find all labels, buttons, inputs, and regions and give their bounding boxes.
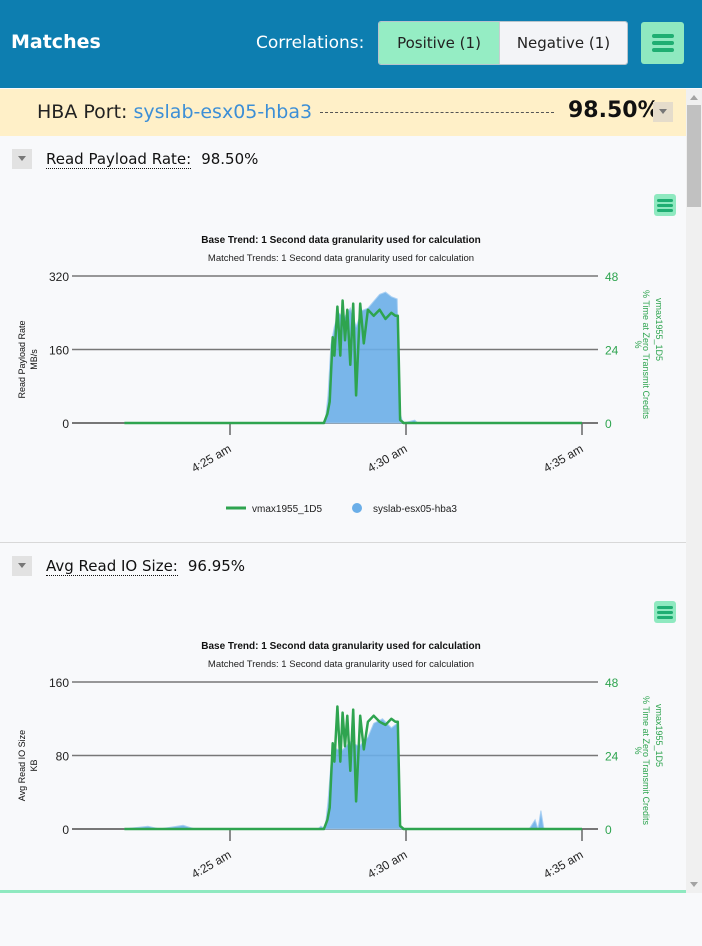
y2-tick-label: 24: [605, 750, 619, 764]
x-tick-label: 4:30 am: [365, 441, 410, 475]
y2-axis-title: % Time at Zero Transmit Credits: [641, 290, 651, 420]
y2-tick-label: 48: [605, 676, 619, 690]
y-tick-label: 0: [62, 417, 69, 431]
section-collapse-toggle[interactable]: [12, 556, 32, 576]
correlations-toggle: Positive (1) Negative (1): [378, 21, 628, 65]
chart-subtitle: Matched Trends: 1 Second data granularit…: [208, 659, 474, 670]
legend-area-swatch: [352, 503, 362, 513]
x-tick-label: 4:35 am: [541, 847, 586, 881]
y-tick-label: 160: [49, 344, 69, 358]
chart-title: Base Trend: 1 Second data granularity us…: [201, 641, 481, 652]
y-tick-label: 160: [49, 676, 69, 690]
section-header: Avg Read IO Size: 96.95%: [46, 557, 246, 576]
y-axis-unit: MB/s: [29, 349, 39, 370]
section-header: Read Payload Rate: 98.50%: [46, 150, 259, 169]
negative-button[interactable]: Negative (1): [499, 22, 627, 64]
scroll-up-icon[interactable]: [690, 95, 698, 100]
page-title: Matches: [11, 31, 101, 53]
metric-name[interactable]: Avg Read IO Size:: [46, 557, 178, 576]
read-payload-rate-chart: Base Trend: 1 Second data granularity us…: [17, 235, 664, 515]
y2-tick-label: 0: [605, 417, 612, 431]
legend-label: syslab-esx05-hba3: [373, 504, 457, 515]
scrollbar[interactable]: [686, 89, 702, 893]
y2-axis-series: vmax1955_1D5: [654, 298, 664, 361]
chart-title: Base Trend: 1 Second data granularity us…: [201, 235, 481, 246]
y2-axis-title: % Time at Zero Transmit Credits: [641, 696, 651, 826]
y-axis-unit: KB: [29, 759, 39, 771]
hamburger-menu-icon[interactable]: [641, 22, 684, 64]
scrollbar-thumb[interactable]: [687, 105, 701, 207]
correlations-label: Correlations:: [256, 33, 365, 53]
y-tick-label: 80: [56, 750, 70, 764]
y2-tick-label: 0: [605, 823, 612, 837]
x-tick-label: 4:30 am: [365, 847, 410, 881]
y-axis-title: Avg Read IO Size: [17, 730, 27, 801]
y-tick-label: 0: [62, 823, 69, 837]
metric-percent: 96.95%: [187, 557, 246, 575]
y-axis-title: Read Payload Rate: [17, 320, 27, 398]
y2-tick-label: 48: [605, 270, 619, 284]
hba-port-link[interactable]: syslab-esx05-hba3: [133, 101, 312, 123]
y2-tick-label: 24: [605, 344, 619, 358]
positive-button[interactable]: Positive (1): [379, 22, 499, 64]
header-bar: Matches Correlations: Positive (1) Negat…: [0, 0, 702, 88]
legend-label: vmax1955_1D5: [252, 504, 322, 515]
metric-percent: 98.50%: [201, 150, 259, 168]
section-collapse-toggle[interactable]: [12, 149, 32, 169]
hba-collapse-toggle[interactable]: [653, 102, 673, 122]
x-tick-label: 4:25 am: [189, 441, 234, 475]
hba-port-label: HBA Port:: [37, 101, 128, 123]
metric-name[interactable]: Read Payload Rate:: [46, 150, 192, 169]
x-tick-label: 4:35 am: [541, 441, 586, 475]
scroll-down-icon[interactable]: [690, 882, 698, 887]
chart-subtitle: Matched Trends: 1 Second data granularit…: [208, 253, 474, 264]
dashed-leader: [320, 112, 554, 113]
y-tick-label: 320: [49, 270, 69, 284]
y2-axis-series: vmax1955_1D5: [654, 704, 664, 767]
x-tick-label: 4:25 am: [189, 847, 234, 881]
hba-port-row: HBA Port: syslab-esx05-hba3 98.50%: [0, 89, 686, 136]
section-divider: [0, 542, 686, 543]
hba-match-percent: 98.50%: [568, 98, 660, 123]
